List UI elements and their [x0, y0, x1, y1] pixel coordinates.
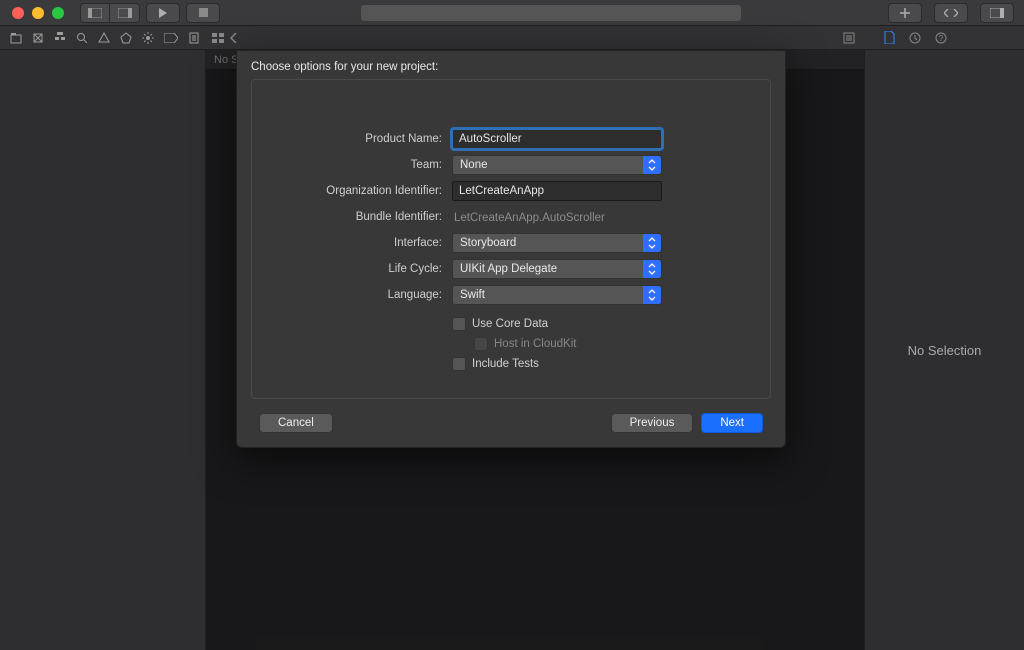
chevron-up-down-icon [643, 156, 661, 174]
checkbox-box [452, 357, 466, 371]
show-navigator-button[interactable] [110, 3, 140, 23]
interface-label: Interface: [252, 237, 452, 249]
inspector-empty-text: No Selection [908, 343, 982, 358]
svg-text:?: ? [939, 34, 944, 43]
cancel-button[interactable]: Cancel [259, 413, 333, 433]
previous-button[interactable]: Previous [611, 413, 694, 433]
sheet-body: Product Name: Team: None [251, 79, 771, 399]
chevron-up-down-icon [643, 234, 661, 252]
team-label: Team: [252, 159, 452, 171]
new-project-options-sheet: Choose options for your new project: Pro… [236, 50, 786, 448]
bundle-id-label: Bundle Identifier: [252, 211, 452, 223]
zoom-window-button[interactable] [52, 7, 64, 19]
next-button[interactable]: Next [701, 413, 763, 433]
minimize-window-button[interactable] [32, 7, 44, 19]
report-navigator-icon[interactable] [188, 32, 200, 44]
product-name-label: Product Name: [252, 133, 452, 145]
back-icon[interactable] [230, 33, 238, 43]
activity-status-pill [361, 5, 741, 21]
hide-navigator-button[interactable] [80, 3, 110, 23]
team-popup-value: None [460, 159, 488, 171]
language-popup-value: Swift [460, 289, 485, 301]
file-inspector-icon[interactable] [884, 31, 895, 44]
org-id-label: Organization Identifier: [252, 185, 452, 197]
arrows-left-right-icon [944, 9, 958, 17]
window-controls [0, 7, 64, 19]
cancel-button-label: Cancel [278, 417, 314, 429]
use-core-data-checkbox[interactable]: Use Core Data [452, 314, 770, 334]
main-area: No Selection Choose options for your new… [0, 50, 1024, 650]
stop-icon [199, 8, 208, 17]
help-inspector-icon[interactable]: ? [935, 32, 947, 44]
chevron-up-down-icon [643, 286, 661, 304]
related-items-icon[interactable] [212, 33, 224, 43]
lifecycle-label: Life Cycle: [252, 263, 452, 275]
play-icon [158, 8, 168, 18]
history-inspector-icon[interactable] [909, 32, 921, 44]
debug-navigator-icon[interactable] [142, 32, 154, 44]
previous-button-label: Previous [630, 417, 675, 429]
checkbox-box [452, 317, 466, 331]
sidebar-right-icon [118, 8, 132, 18]
code-review-button[interactable] [934, 3, 968, 23]
sidebar-left-icon [88, 8, 102, 18]
host-cloudkit-checkbox: Host in CloudKit [474, 334, 770, 354]
chevron-up-down-icon [643, 260, 661, 278]
host-cloudkit-label: Host in CloudKit [494, 338, 576, 350]
lifecycle-popup-value: UIKit App Delegate [460, 263, 557, 275]
navigator-toggle-group [80, 3, 140, 23]
navigator-sidebar [0, 50, 206, 650]
inspectors-toggle-button[interactable] [980, 3, 1014, 23]
run-button[interactable] [146, 3, 180, 23]
checkbox-box [474, 337, 488, 351]
test-navigator-icon[interactable] [120, 32, 132, 44]
navigator-bar: ? [0, 26, 1024, 50]
sheet-title: Choose options for your new project: [237, 51, 785, 79]
editor-area: No Selection Choose options for your new… [206, 50, 864, 650]
sidebar-right-icon [990, 8, 1004, 18]
close-window-button[interactable] [12, 7, 24, 19]
language-label: Language: [252, 289, 452, 301]
adjust-editor-icon[interactable] [842, 32, 856, 44]
language-popup[interactable]: Swift [452, 285, 662, 305]
titlebar [0, 0, 1024, 26]
interface-popup-value: Storyboard [460, 237, 516, 249]
inspector-sidebar: No Selection [864, 50, 1024, 650]
library-button[interactable] [888, 3, 922, 23]
team-popup[interactable]: None [452, 155, 662, 175]
find-navigator-icon[interactable] [76, 32, 88, 44]
activity-area [220, 5, 882, 21]
include-tests-checkbox[interactable]: Include Tests [452, 354, 770, 374]
include-tests-label: Include Tests [472, 358, 539, 370]
next-button-label: Next [720, 417, 744, 429]
stop-button[interactable] [186, 3, 220, 23]
lifecycle-popup[interactable]: UIKit App Delegate [452, 259, 662, 279]
plus-icon [900, 8, 910, 18]
source-control-navigator-icon[interactable] [32, 32, 44, 44]
use-core-data-label: Use Core Data [472, 318, 548, 330]
org-id-input[interactable] [452, 181, 662, 201]
interface-popup[interactable]: Storyboard [452, 233, 662, 253]
symbol-navigator-icon[interactable] [54, 32, 66, 44]
breakpoint-navigator-icon[interactable] [164, 33, 178, 43]
issue-navigator-icon[interactable] [98, 32, 110, 44]
product-name-input[interactable] [452, 129, 662, 149]
bundle-id-value: LetCreateAnApp.AutoScroller [452, 212, 605, 224]
project-navigator-icon[interactable] [10, 32, 22, 44]
